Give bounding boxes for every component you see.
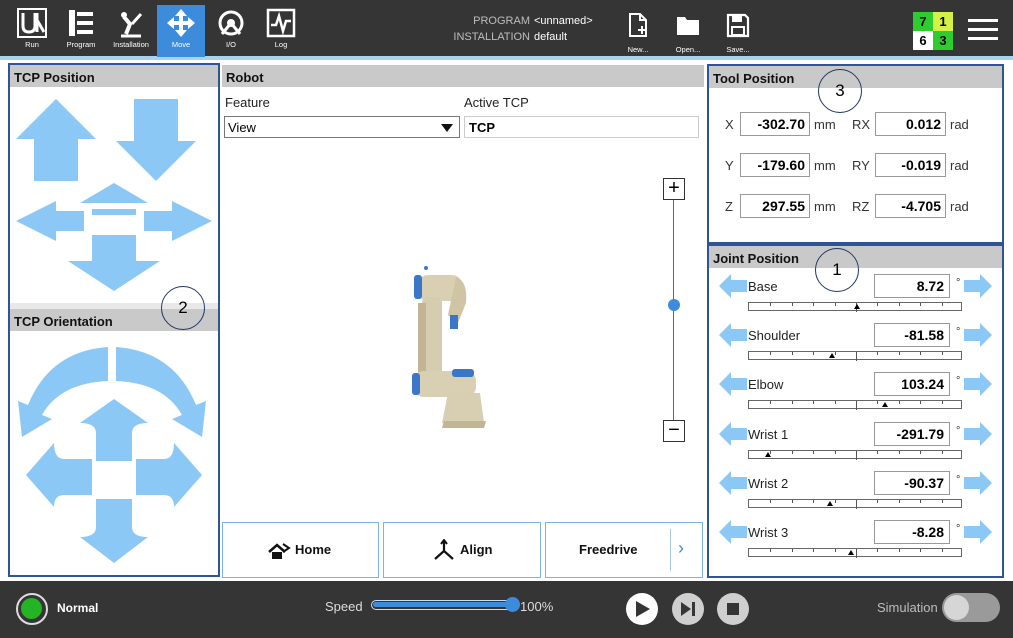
counter-2: 1 bbox=[933, 12, 953, 31]
new-button[interactable]: New... bbox=[620, 12, 656, 54]
speed-label: Speed bbox=[325, 599, 363, 614]
program-icon bbox=[69, 10, 93, 36]
feature-value: View bbox=[228, 120, 256, 135]
speed-slider-fill bbox=[373, 602, 509, 607]
installation-key: INSTALLATION bbox=[453, 31, 530, 43]
step-icon bbox=[681, 602, 695, 616]
annotation-3: 3 bbox=[818, 69, 862, 113]
speed-slider-handle[interactable] bbox=[505, 597, 520, 612]
freedrive-more-icon[interactable]: › bbox=[678, 538, 684, 559]
feature-select[interactable]: View bbox=[224, 116, 460, 138]
align-button[interactable]: Align bbox=[383, 522, 541, 578]
stop-icon bbox=[727, 603, 739, 615]
installation-name: default bbox=[534, 31, 568, 43]
status-green-dot bbox=[21, 598, 42, 619]
zoom-in-button[interactable]: + bbox=[663, 178, 685, 200]
home-icon bbox=[268, 543, 291, 559]
open-label: Open... bbox=[675, 45, 701, 54]
save-disk-icon bbox=[726, 13, 750, 38]
stop-button[interactable] bbox=[717, 593, 749, 625]
log-icon bbox=[266, 8, 296, 38]
hamburger-menu-button[interactable] bbox=[968, 18, 998, 42]
simulation-toggle-knob bbox=[944, 595, 969, 620]
program-name: <unnamed> bbox=[534, 15, 593, 27]
speed-value: 100% bbox=[520, 599, 554, 614]
counter-3: 6 bbox=[913, 31, 933, 50]
active-tcp-label: Active TCP bbox=[464, 95, 529, 110]
home-button[interactable]: Home bbox=[222, 522, 379, 578]
speed-slider[interactable] bbox=[371, 600, 513, 610]
robot-title: Robot bbox=[222, 65, 704, 87]
status-text: Normal bbox=[57, 601, 99, 615]
annotation-box-joint bbox=[707, 244, 1004, 578]
counter-1: 7 bbox=[913, 12, 933, 31]
feature-label: Feature bbox=[225, 95, 270, 110]
active-tcp-field[interactable]: TCP bbox=[464, 116, 699, 138]
new-label: New... bbox=[627, 45, 649, 54]
nav-move-label: Move bbox=[171, 40, 191, 49]
footer-bar: Normal Speed 100% Simulation bbox=[0, 581, 1013, 638]
nav-io[interactable]: I/O bbox=[207, 5, 255, 57]
nav-program-label: Program bbox=[66, 40, 96, 49]
program-info: PROGRAM <unnamed> INSTALLATION default bbox=[440, 15, 640, 45]
io-icon bbox=[218, 10, 244, 36]
annotation-1: 1 bbox=[815, 248, 859, 292]
ur-logo-icon bbox=[17, 8, 47, 38]
counter-4: 3 bbox=[933, 31, 953, 50]
robot-3d-view[interactable] bbox=[408, 263, 488, 433]
zoom-slider-handle[interactable] bbox=[668, 299, 680, 311]
new-file-icon bbox=[629, 13, 647, 37]
dropdown-caret-icon bbox=[441, 124, 453, 132]
freedrive-divider bbox=[670, 529, 671, 571]
home-label: Home bbox=[295, 542, 332, 557]
robot-panel: Robot Feature Active TCP View TCP + − bbox=[222, 65, 704, 577]
nav-program[interactable]: Program bbox=[57, 5, 105, 57]
top-bar: Run Program Installation Move I/O Log PR… bbox=[0, 0, 1013, 60]
nav-log-label: Log bbox=[274, 40, 288, 49]
nav-installation-label: Installation bbox=[113, 40, 149, 49]
nav-installation[interactable]: Installation bbox=[107, 5, 155, 57]
freedrive-label: Freedrive bbox=[579, 542, 638, 557]
nav-move[interactable]: Move bbox=[157, 5, 205, 57]
status-indicator[interactable] bbox=[16, 593, 48, 625]
step-button[interactable] bbox=[672, 593, 704, 625]
annotation-2: 2 bbox=[161, 286, 205, 330]
zoom-out-button[interactable]: − bbox=[663, 420, 685, 442]
save-button[interactable]: Save... bbox=[720, 12, 756, 54]
save-label: Save... bbox=[726, 45, 750, 54]
simulation-toggle[interactable] bbox=[942, 593, 1000, 622]
open-button[interactable]: Open... bbox=[670, 12, 706, 54]
play-icon bbox=[636, 601, 650, 617]
nav-run-label: Run bbox=[25, 40, 39, 49]
nav-log[interactable]: Log bbox=[257, 5, 305, 57]
align-axes-icon bbox=[434, 539, 454, 560]
nav-io-label: I/O bbox=[225, 40, 236, 49]
align-label: Align bbox=[460, 542, 493, 557]
move-icon bbox=[167, 9, 195, 37]
hamburger-icon bbox=[968, 19, 998, 40]
simulation-label: Simulation bbox=[877, 600, 938, 615]
program-key: PROGRAM bbox=[473, 15, 530, 27]
program-counters: 7 1 6 3 bbox=[913, 12, 953, 50]
folder-icon bbox=[677, 17, 699, 35]
play-button[interactable] bbox=[626, 593, 658, 625]
installation-icon bbox=[121, 12, 143, 38]
nav-run[interactable]: Run bbox=[8, 5, 56, 57]
freedrive-button[interactable]: Freedrive › bbox=[545, 522, 703, 578]
